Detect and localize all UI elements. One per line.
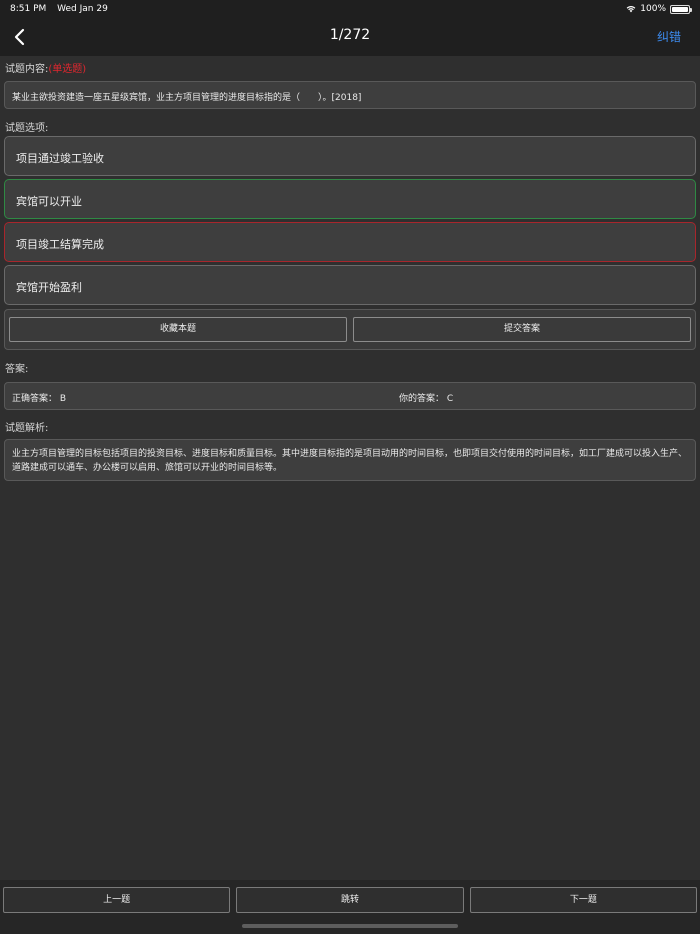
options-label: 试题选项:: [5, 123, 49, 134]
correct-answer: 正确答案： B: [12, 394, 67, 404]
navigation-bar: 1/272 纠错: [0, 18, 700, 56]
wifi-icon: [626, 6, 636, 13]
option-d[interactable]: 宾馆开始盈利: [4, 265, 696, 305]
your-answer: 你的答案： C: [399, 394, 454, 404]
option-b[interactable]: 宾馆可以开业: [4, 179, 696, 219]
home-indicator[interactable]: [242, 924, 458, 928]
option-a[interactable]: 项目通过竣工验收: [4, 136, 696, 176]
battery-percent: 100%: [640, 4, 666, 14]
battery-icon: [670, 4, 692, 14]
analysis-label: 试题解析:: [5, 423, 49, 434]
jump-button[interactable]: 跳转: [236, 887, 464, 913]
action-row: 收藏本题 提交答案: [4, 309, 696, 350]
answer-label: 答案:: [5, 364, 29, 375]
answer-box: 正确答案： B 你的答案： C: [4, 382, 696, 410]
analysis-text: 业主方项目管理的目标包括项目的投资目标、进度目标和质量目标。其中进度目标指的是项…: [4, 439, 696, 481]
previous-question-button[interactable]: 上一题: [3, 887, 231, 913]
page-title: 1/272: [329, 27, 371, 43]
status-time: 8:51 PM: [10, 4, 47, 14]
submit-answer-button[interactable]: 提交答案: [353, 317, 691, 342]
status-bar: 8:51 PM Wed Jan 29 100%: [0, 0, 700, 18]
report-error-button[interactable]: 纠错: [657, 28, 681, 45]
next-question-button[interactable]: 下一题: [469, 887, 697, 913]
favorite-button[interactable]: 收藏本题: [9, 317, 347, 342]
bottom-toolbar: 上一题 跳转 下一题: [0, 880, 700, 934]
question-label-row: 试题内容:(单选题): [0, 60, 700, 80]
status-date: Wed Jan 29: [57, 4, 108, 14]
question-type-tag: (单选题): [48, 64, 87, 75]
question-text: 某业主欲投资建造一座五星级宾馆，业主方项目管理的进度目标指的是（ ）。[2018…: [4, 81, 696, 109]
main-content: 试题内容:(单选题) 某业主欲投资建造一座五星级宾馆，业主方项目管理的进度目标指…: [0, 56, 700, 481]
option-c[interactable]: 项目竣工结算完成: [4, 222, 696, 262]
question-label: 试题内容:: [5, 64, 49, 75]
